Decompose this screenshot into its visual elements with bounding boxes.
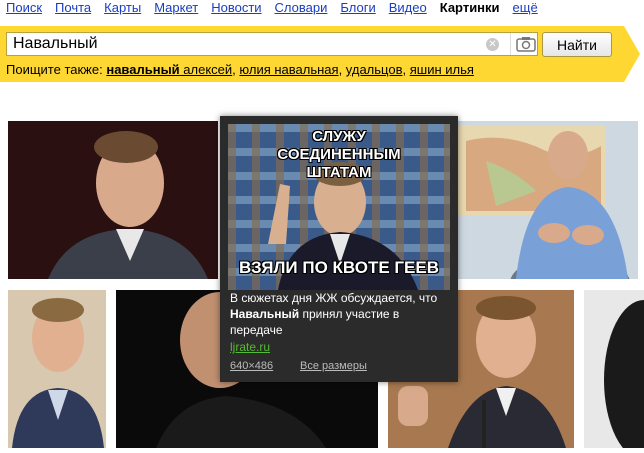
image-result[interactable] <box>8 121 218 279</box>
portrait-photo <box>8 121 218 279</box>
popup-size-link[interactable]: 640×486 <box>230 360 273 372</box>
related-searches: Поищите также: навальный алексей, юлия н… <box>6 62 474 77</box>
search-input[interactable] <box>13 35 473 53</box>
top-nav: Поиск Почта Карты Маркет Новости Словари… <box>6 0 551 18</box>
photo-with-map <box>456 121 638 279</box>
image-result[interactable] <box>8 290 106 448</box>
nav-dictionaries[interactable]: Словари <box>275 0 328 18</box>
meme-caption-bottom: ВЗЯЛИ ПО КВОТЕ ГЕЕВ <box>238 258 440 277</box>
related-link-4[interactable]: яшин илья <box>410 62 474 77</box>
related-searches-label: Поищите также: <box>6 62 103 77</box>
camera-search-button[interactable] <box>510 33 540 55</box>
related-link-1[interactable]: навальный алексей <box>106 62 232 77</box>
nav-news[interactable]: Новости <box>211 0 261 18</box>
camera-icon <box>515 37 536 52</box>
nav-video[interactable]: Видео <box>389 0 427 18</box>
nav-blogs[interactable]: Блоги <box>340 0 375 18</box>
nav-search[interactable]: Поиск <box>6 0 42 18</box>
popup-source-link[interactable]: ljrate.ru <box>230 340 270 354</box>
image-result[interactable] <box>456 121 638 279</box>
popup-description: В сюжетах дня ЖЖ обсуждается, что Наваль… <box>230 291 438 337</box>
popup-all-sizes-link[interactable]: Все размеры <box>300 360 367 372</box>
clear-icon[interactable]: ✕ <box>486 38 499 51</box>
meme-caption-top: СЛУЖУ СОЕДИНЕННЫМ ШТАТАМ <box>277 128 401 181</box>
nav-maps[interactable]: Карты <box>104 0 141 18</box>
nav-more[interactable]: ещё <box>513 0 538 18</box>
search-band-arrow <box>624 26 640 82</box>
nav-images-active: Картинки <box>439 0 500 15</box>
image-result[interactable] <box>584 290 644 448</box>
portrait-photo <box>584 290 644 448</box>
image-preview-popup[interactable]: СЛУЖУ СОЕДИНЕННЫМ ШТАТАМ ВЗЯЛИ ПО КВОТЕ … <box>220 116 458 382</box>
portrait-photo <box>8 290 106 448</box>
popup-image[interactable]: СЛУЖУ СОЕДИНЕННЫМ ШТАТАМ ВЗЯЛИ ПО КВОТЕ … <box>228 124 450 290</box>
related-link-3[interactable]: удальцов <box>346 62 403 77</box>
find-button[interactable]: Найти <box>542 32 612 57</box>
related-link-2[interactable]: юлия навальная <box>239 62 338 77</box>
nav-market[interactable]: Маркет <box>154 0 198 18</box>
nav-mail[interactable]: Почта <box>55 0 91 18</box>
search-box: ✕ <box>6 32 538 56</box>
